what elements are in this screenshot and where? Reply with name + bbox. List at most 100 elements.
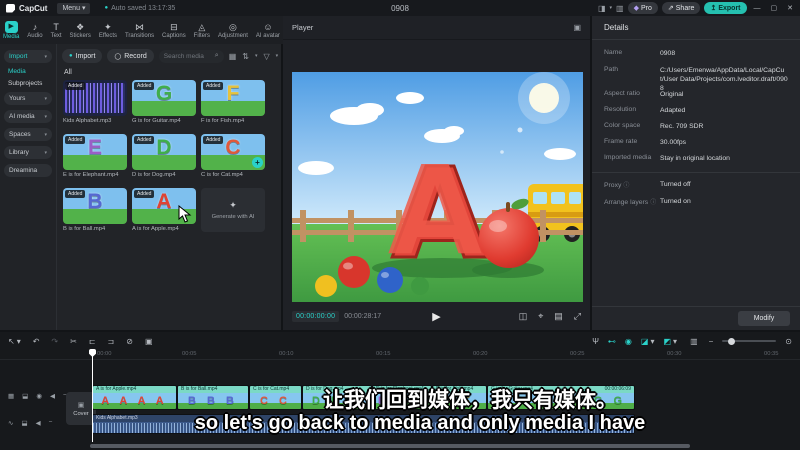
- speaker-icon[interactable]: ◀: [50, 392, 55, 400]
- zoom-slider-knob[interactable]: [728, 337, 736, 345]
- generate-with-ai-card[interactable]: ✦ Generate with AI: [201, 188, 265, 232]
- media-item-g-guitar[interactable]: G Added G is for Guitar.mp4: [132, 80, 196, 124]
- ratio-icon[interactable]: ▤: [554, 311, 563, 322]
- pro-button[interactable]: ◆ Pro: [627, 2, 658, 14]
- close-button[interactable]: ✕: [784, 4, 796, 12]
- magnet-icon[interactable]: ◉: [625, 337, 632, 346]
- media-item-c-cat[interactable]: C Added + C is for Cat.mp4: [201, 134, 265, 178]
- video-viewport[interactable]: A A: [292, 72, 583, 302]
- adjustment-tab-icon: ◎: [229, 21, 237, 32]
- record-button[interactable]: ◯ Record: [107, 49, 154, 63]
- timeline-zoom-slider[interactable]: [722, 337, 777, 345]
- sidebar-item-ai-media[interactable]: AI media ▾: [4, 110, 52, 123]
- tab-adjustment[interactable]: ◎ Adjustment: [218, 22, 248, 39]
- media-item-d-dog[interactable]: D Added D is for Dog.mp4: [132, 134, 196, 178]
- sidebar-item-subprojects[interactable]: Subprojects: [8, 80, 52, 87]
- detail-row-proxy: Proxy ⓘ Turned off: [604, 181, 691, 189]
- waveform-icon[interactable]: ∿: [8, 419, 13, 427]
- split-icon[interactable]: ✂: [70, 337, 77, 346]
- chevron-down-icon: ▾: [44, 149, 47, 156]
- grid-view-icon[interactable]: ▦: [229, 52, 237, 61]
- tab-filters[interactable]: ◬ Filters: [194, 22, 210, 39]
- search-box[interactable]: ⌕: [158, 49, 224, 63]
- add-to-timeline-button[interactable]: +: [252, 157, 263, 168]
- layers-icon[interactable]: ▦: [8, 392, 14, 400]
- detail-row-name: Name 0908: [604, 49, 676, 57]
- zoom-out-icon[interactable]: −: [709, 337, 714, 346]
- tab-transitions[interactable]: ⋈ Transitions: [125, 22, 154, 39]
- chevron-down-icon: ▾: [254, 53, 258, 59]
- tab-text[interactable]: T Text: [51, 22, 62, 39]
- pointer-tool-icon[interactable]: ↖: [8, 337, 15, 346]
- panel-layout-icon[interactable]: ▥: [616, 4, 624, 13]
- lock-icon[interactable]: ⬓: [22, 392, 28, 400]
- sidebar-item-library[interactable]: Library ▾: [4, 146, 52, 159]
- sparkle-icon: ✦: [229, 200, 237, 210]
- ai-avatar-tab-icon: ☺: [263, 21, 273, 32]
- sidebar-item-import[interactable]: Import ▾: [4, 50, 52, 63]
- redo-icon[interactable]: ↷: [51, 337, 58, 346]
- layout-chevron-icon[interactable]: ▾: [610, 5, 613, 11]
- details-title: Details: [592, 16, 800, 40]
- tab-captions[interactable]: ⊟ Captions: [162, 22, 186, 39]
- sidebar-item-media[interactable]: Media: [8, 68, 52, 75]
- tab-stickers[interactable]: ❖ Stickers: [70, 22, 91, 39]
- media-item-f-fish[interactable]: F Added F is for Fish.mp4: [201, 80, 265, 124]
- delete-left-icon[interactable]: ⊏: [89, 337, 96, 346]
- timeline-ruler[interactable]: 00:00 00:05 00:10 00:15 00:20 00:25 00:3…: [0, 349, 800, 360]
- media-item-b-ball[interactable]: B Added B is for Ball.mp4: [63, 188, 127, 232]
- import-dot-icon: ●: [69, 53, 73, 59]
- chevron-down-icon[interactable]: ▾: [673, 337, 677, 346]
- delete-right-icon[interactable]: ⊐: [108, 337, 115, 346]
- voiceover-mic-icon[interactable]: Ψ: [592, 337, 599, 346]
- media-item-kids-alphabet[interactable]: Added Kids Alphabet.mp3: [63, 80, 127, 124]
- player-title: Player: [292, 23, 314, 32]
- share-icon: ⇗: [667, 5, 674, 12]
- eye-icon[interactable]: ◉: [36, 392, 42, 400]
- media-item-e-elephant[interactable]: E Added E is for Elephant.mp4: [63, 134, 127, 178]
- capcut-logo-icon: [6, 3, 15, 13]
- search-input[interactable]: [163, 52, 212, 60]
- player-detach-icon[interactable]: ▣: [573, 23, 581, 32]
- maximize-button[interactable]: ▢: [768, 4, 781, 12]
- mask-icon[interactable]: ▣: [145, 337, 153, 346]
- snap-icon[interactable]: ⊷: [608, 337, 616, 346]
- export-button[interactable]: ↥ Export: [704, 2, 747, 14]
- preview-zoom-icon[interactable]: ⌖: [538, 311, 543, 322]
- share-button[interactable]: ⇗ Share: [661, 2, 701, 14]
- timeline-toolbar: ↖ ▾ ↶ ↷ ✂ ⊏ ⊐ ⊘ ▣ Ψ ⊷ ◉ ◪ ▾ ◩ ▾ ▥ − ⊙: [0, 334, 800, 348]
- chevron-down-icon[interactable]: ▾: [17, 337, 21, 346]
- delete-icon[interactable]: ⊘: [126, 337, 133, 346]
- preview-axis-icon[interactable]: ◩: [663, 337, 671, 346]
- media-tab-icon: ▶: [4, 20, 18, 33]
- undo-icon[interactable]: ↶: [33, 337, 40, 346]
- filter-icon[interactable]: ▽: [263, 52, 269, 61]
- player-panel: Player ▣ A A 00:00:00:00 00:00:28:17 ▶ ◫…: [283, 16, 592, 330]
- filter-all-label[interactable]: All: [64, 69, 283, 76]
- fullscreen-icon[interactable]: ⤢: [574, 311, 581, 322]
- lock-icon[interactable]: ⬓: [21, 419, 27, 427]
- sidebar-item-dreamina[interactable]: Dreamina: [4, 164, 52, 177]
- video-track-header: ▦ ⬓ ◉ ◀ −: [0, 392, 67, 400]
- render-preview-icon[interactable]: ▥: [690, 337, 698, 346]
- menu-button[interactable]: Menu ▾: [57, 2, 91, 14]
- timeline-horizontal-scrollbar[interactable]: [90, 444, 690, 448]
- minimize-button[interactable]: —: [751, 5, 764, 12]
- tab-audio[interactable]: ♪ Audio: [27, 22, 42, 39]
- sidebar-item-yours[interactable]: Yours ▾: [4, 92, 52, 105]
- link-icon[interactable]: ◪: [641, 337, 649, 346]
- layout-toggle-icon[interactable]: ◨: [598, 4, 606, 13]
- sort-icon[interactable]: ⇅: [242, 52, 249, 61]
- modify-button[interactable]: Modify: [738, 311, 790, 326]
- zoom-fit-icon[interactable]: ⊙: [785, 337, 792, 346]
- import-button[interactable]: ● Import: [62, 49, 103, 63]
- chevron-down-icon[interactable]: ▾: [650, 337, 654, 346]
- tab-ai-avatar[interactable]: ☺ AI avatar: [256, 22, 280, 39]
- tab-media[interactable]: ▶ Media: [3, 20, 19, 40]
- chevron-down-icon: ▾: [44, 113, 47, 120]
- subtitle-chinese: 让我们回到媒体，我只有媒体。: [323, 389, 617, 412]
- play-button[interactable]: ▶: [432, 310, 440, 323]
- tab-effects[interactable]: ✦ Effects: [99, 22, 117, 39]
- mirror-preview-icon[interactable]: ◫: [519, 311, 528, 322]
- sidebar-item-spaces[interactable]: Spaces ▾: [4, 128, 52, 141]
